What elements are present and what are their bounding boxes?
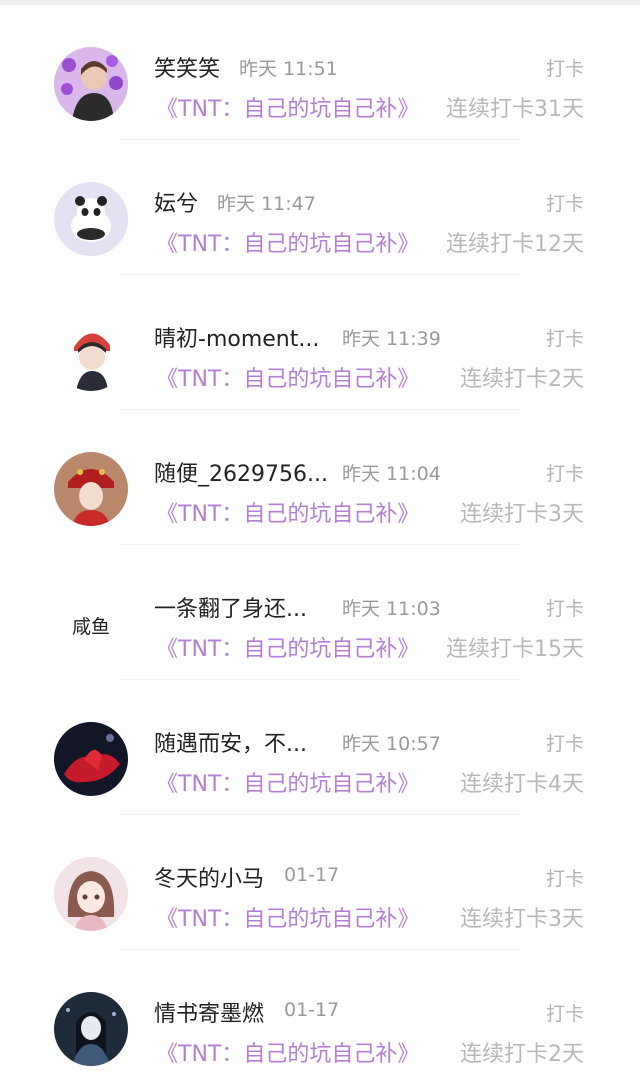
checkin-label: 打卡: [545, 193, 584, 215]
checkin-label: 打卡: [545, 58, 584, 80]
checkin-label: 打卡: [545, 868, 584, 890]
user-avatar[interactable]: [54, 722, 128, 796]
user-avatar[interactable]: [54, 992, 128, 1066]
topic-link[interactable]: 《TNT：自己的坑自己补》: [156, 226, 419, 258]
user-name[interactable]: 晴初-moment...: [154, 321, 319, 353]
streak-count: 连续打卡3天: [460, 502, 584, 527]
feed-item[interactable]: 咸鱼 一条翻了身还... 昨天 11:03 打卡 《TNT：自己的坑自己补》 连…: [0, 545, 640, 680]
feed-item[interactable]: 笑笑笑 昨天 11:51 打卡 《TNT：自己的坑自己补》 连续打卡31天: [0, 5, 640, 140]
checkin-label: 打卡: [545, 1003, 584, 1025]
user-name[interactable]: 情书寄墨燃: [154, 996, 264, 1028]
post-time: 昨天 11:51: [239, 58, 338, 80]
user-avatar[interactable]: [54, 857, 128, 931]
user-name[interactable]: 随便_2629756...: [154, 456, 328, 488]
topic-link[interactable]: 《TNT：自己的坑自己补》: [156, 766, 419, 798]
topic-link[interactable]: 《TNT：自己的坑自己补》: [156, 361, 419, 393]
post-time: 昨天 11:39: [342, 328, 441, 350]
topic-link[interactable]: 《TNT：自己的坑自己补》: [156, 91, 419, 123]
feed-item[interactable]: 妘兮 昨天 11:47 打卡 《TNT：自己的坑自己补》 连续打卡12天: [0, 140, 640, 275]
user-name[interactable]: 冬天的小马: [154, 861, 264, 893]
user-name[interactable]: 笑笑笑: [154, 51, 220, 83]
topic-link[interactable]: 《TNT：自己的坑自己补》: [156, 1036, 419, 1068]
post-time: 01-17: [284, 999, 340, 1021]
post-time: 昨天 11:47: [217, 193, 316, 215]
user-avatar[interactable]: [54, 452, 128, 526]
post-time: 昨天 11:03: [342, 598, 441, 620]
feed-item[interactable]: 冬天的小马 01-17 打卡 《TNT：自己的坑自己补》 连续打卡3天: [0, 815, 640, 950]
checkin-label: 打卡: [545, 598, 584, 620]
topic-link[interactable]: 《TNT：自己的坑自己补》: [156, 496, 419, 528]
streak-count: 连续打卡2天: [460, 367, 584, 392]
feed-item[interactable]: 情书寄墨燃 01-17 打卡 《TNT：自己的坑自己补》 连续打卡2天: [0, 950, 640, 1085]
post-time: 昨天 11:04: [342, 463, 441, 485]
user-avatar[interactable]: 咸鱼: [54, 587, 128, 661]
checkin-label: 打卡: [545, 463, 584, 485]
user-avatar[interactable]: [54, 182, 128, 256]
topic-link[interactable]: 《TNT：自己的坑自己补》: [156, 631, 419, 663]
checkin-label: 打卡: [545, 328, 584, 350]
topic-link[interactable]: 《TNT：自己的坑自己补》: [156, 901, 419, 933]
avatar-text: 咸鱼: [72, 616, 110, 638]
post-time: 01-17: [284, 864, 340, 886]
feed-item[interactable]: 随便_2629756... 昨天 11:04 打卡 《TNT：自己的坑自己补》 …: [0, 410, 640, 545]
streak-count: 连续打卡31天: [446, 97, 584, 122]
feed-item[interactable]: 随遇而安，不... 昨天 10:57 打卡 《TNT：自己的坑自己补》 连续打卡…: [0, 680, 640, 815]
user-name[interactable]: 一条翻了身还...: [154, 591, 307, 623]
streak-count: 连续打卡2天: [460, 1042, 584, 1067]
streak-count: 连续打卡3天: [460, 907, 584, 932]
post-time: 昨天 10:57: [342, 733, 441, 755]
streak-count: 连续打卡4天: [460, 772, 584, 797]
user-name[interactable]: 妘兮: [154, 186, 198, 218]
streak-count: 连续打卡15天: [446, 637, 584, 662]
user-avatar[interactable]: [54, 317, 128, 391]
feed-item[interactable]: 晴初-moment... 昨天 11:39 打卡 《TNT：自己的坑自己补》 连…: [0, 275, 640, 410]
checkin-label: 打卡: [545, 733, 584, 755]
user-avatar[interactable]: [54, 47, 128, 121]
user-name[interactable]: 随遇而安，不...: [154, 726, 307, 758]
streak-count: 连续打卡12天: [446, 232, 584, 257]
